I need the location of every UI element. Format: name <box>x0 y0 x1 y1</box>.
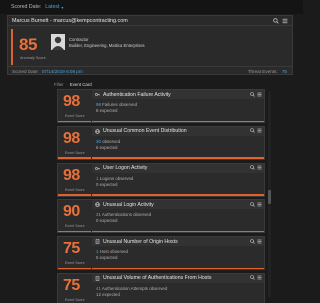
event-score-box: 90 Event Score <box>58 200 91 233</box>
risk-indicator-bar <box>11 29 13 65</box>
event-score-box: 98 Event Score <box>58 127 91 159</box>
event-expected: 5 expected <box>96 255 118 261</box>
event-title[interactable]: Unusual Common Event Distribution <box>103 128 187 134</box>
event-card[interactable]: 98 Event Score User Logon Activity 1 Logons… <box>57 162 265 197</box>
chevron-down-icon[interactable]: ▾ <box>61 5 63 10</box>
menu-icon[interactable] <box>257 128 262 133</box>
key-icon <box>95 166 100 171</box>
event-title-bar: User Logon Activity <box>92 163 264 173</box>
key-icon <box>95 92 100 97</box>
event-title[interactable]: User Logon Activity <box>103 165 147 171</box>
event-title[interactable]: Authentication Failure Activity <box>103 92 171 98</box>
event-observed: 98 Failures observed <box>96 102 138 107</box>
tab-filter[interactable]: Filter <box>54 82 64 87</box>
event-title[interactable]: Unusual Volume of Authentications From H… <box>103 275 211 281</box>
user-footer: Scored Date: 07/14/2019 6:08 pm Threat E… <box>8 66 292 75</box>
avatar <box>51 34 65 50</box>
search-icon[interactable] <box>250 165 255 170</box>
event-title-bar: Unusual Common Event Distribution <box>92 126 264 136</box>
document-icon <box>95 239 100 244</box>
event-score: 75 <box>63 276 80 294</box>
event-title[interactable]: Unusual Login Activity <box>103 202 154 208</box>
event-title-bar: Unusual Number of Origin Hosts <box>92 237 264 247</box>
view-tabs: Filter Event Card <box>7 80 293 88</box>
anomaly-score: 85 <box>19 35 37 54</box>
event-score-label: Event Score <box>65 224 85 229</box>
event-card[interactable]: 98 Event Score Unusual Common Event Distri… <box>57 125 265 160</box>
event-card[interactable]: 75 Event Score Unusual Number of Origin Ho… <box>57 236 265 271</box>
event-observed: 31 Authentications observed <box>96 212 152 218</box>
event-expected: 12 expected <box>96 291 120 297</box>
globe-icon <box>95 129 100 134</box>
event-title[interactable]: Unusual Number of Origin Hosts <box>103 239 178 245</box>
tab-event-card[interactable]: Event Card <box>70 82 92 87</box>
user-header: Marcus Burnett - marcus@kempcontracting.… <box>8 16 292 26</box>
risk-indicator-bar <box>92 120 264 122</box>
event-score-box: 98 Event Score <box>58 164 91 196</box>
scored-date-label: Scored Date: <box>11 4 42 10</box>
event-score-label: Event Score <box>65 150 85 155</box>
search-icon[interactable] <box>250 128 255 134</box>
search-icon[interactable] <box>250 238 255 244</box>
globe-icon <box>95 202 100 208</box>
anomaly-score-label: Anomaly Score <box>20 56 46 60</box>
search-icon[interactable] <box>250 275 255 281</box>
threat-events-count: 75 <box>281 68 287 74</box>
risk-indicator-bar <box>92 157 264 159</box>
scored-date-bar: Scored Date: Latest ▾ <box>0 0 303 14</box>
document-icon <box>95 276 100 281</box>
event-score-label: Event Score <box>65 187 85 192</box>
search-icon[interactable] <box>250 202 255 207</box>
event-score-label: Event Score <box>65 297 85 302</box>
event-observed: 30 observed <box>96 138 121 144</box>
event-score: 98 <box>63 166 80 184</box>
menu-icon[interactable] <box>257 202 262 207</box>
event-title-bar: Unusual Volume of Authentications From H… <box>92 273 264 283</box>
event-score-box: 75 Event Score <box>58 274 91 303</box>
user-summary-card: Marcus Burnett - marcus@kempcontracting.… <box>7 15 293 75</box>
event-score: 98 <box>63 129 80 147</box>
event-list: 98 Event Score Authentication Failure Acti… <box>57 89 265 303</box>
event-observed: 1 Logons observed <box>96 175 134 181</box>
event-title-bar: Authentication Failure Activity <box>92 90 264 99</box>
risk-indicator-bar <box>92 194 264 196</box>
event-score-box: 98 Event Score <box>58 90 91 122</box>
menu-icon[interactable] <box>257 92 262 97</box>
user-role: Contractor Builder, Engineering, Mattica… <box>69 37 145 48</box>
menu-icon[interactable] <box>257 275 262 280</box>
menu-icon[interactable] <box>282 18 288 24</box>
event-score-label: Event Score <box>65 114 85 118</box>
event-score-label: Event Score <box>65 261 85 266</box>
scored-date-dropdown[interactable]: Latest <box>45 4 59 10</box>
search-icon[interactable] <box>250 91 255 97</box>
event-title-bar: Unusual Login Activity <box>92 200 264 210</box>
event-card[interactable]: 75 Event Score Unusual Volume of Authentic… <box>57 272 265 303</box>
event-expected: 6 expected <box>96 144 118 150</box>
scrollbar-thumb[interactable] <box>268 190 271 204</box>
event-score: 90 <box>63 203 80 221</box>
search-icon[interactable] <box>273 18 279 24</box>
event-observed: 1 Host observed <box>96 249 128 255</box>
event-observed: 41 Authentication Attempts observed <box>96 285 168 291</box>
event-score: 98 <box>63 93 80 110</box>
risk-indicator-bar <box>92 267 264 270</box>
event-expected: 8 expected <box>96 108 118 113</box>
risk-indicator-bar <box>92 230 264 233</box>
event-expected: 0 expected <box>96 181 118 187</box>
event-card[interactable]: 98 Event Score Authentication Failure Acti… <box>57 89 265 123</box>
menu-icon[interactable] <box>257 165 262 170</box>
event-score-box: 75 Event Score <box>58 237 91 270</box>
event-card[interactable]: 90 Event Score Unusual Login Activity 31 Au… <box>57 199 265 234</box>
event-score: 75 <box>63 240 80 258</box>
scored-date-value: 07/14/2019 6:08 pm <box>41 68 83 74</box>
menu-icon[interactable] <box>257 239 262 244</box>
event-expected: 0 expected <box>96 218 118 224</box>
